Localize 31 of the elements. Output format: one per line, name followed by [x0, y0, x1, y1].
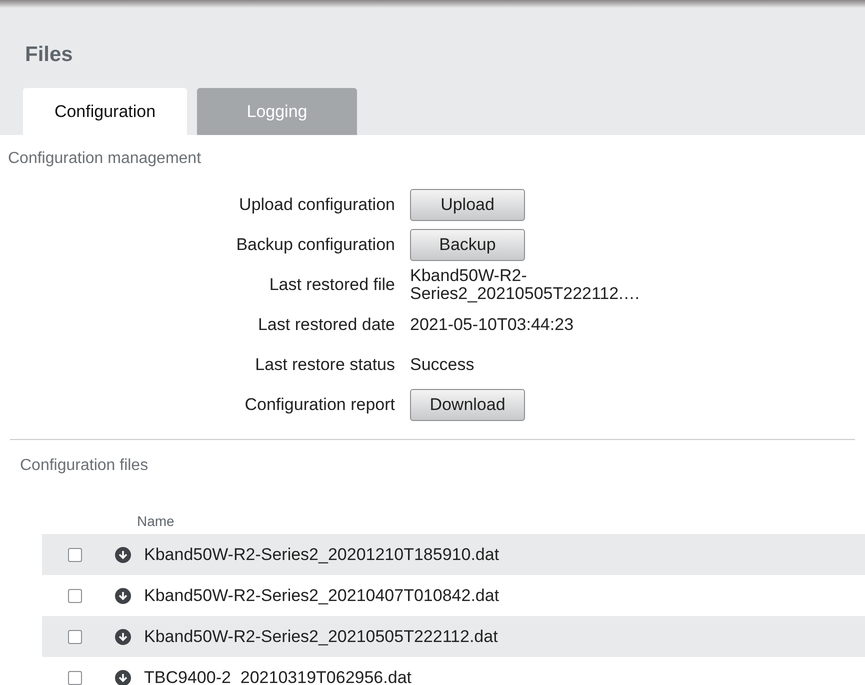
- field-label: Upload configuration: [238, 194, 395, 216]
- field-value: 2021-05-10T03:44:23: [410, 316, 574, 334]
- field-label: Configuration report: [244, 394, 395, 416]
- field-label: Backup configuration: [235, 234, 395, 256]
- file-name: Kband50W-R2-Series2_20210407T010842.dat: [144, 584, 500, 607]
- section-title: Configuration files: [20, 456, 148, 476]
- field-label: Last restored date: [256, 314, 395, 336]
- file-row[interactable]: Kband50W-R2-Series2_20210505T222112.dat: [42, 616, 865, 657]
- file-name: Kband50W-R2-Series2_20210505T222112.dat: [144, 626, 498, 648]
- download-icon[interactable]: [115, 588, 131, 604]
- field-label: Last restore status: [254, 354, 395, 376]
- action-button[interactable]: Download: [410, 389, 525, 421]
- checkbox[interactable]: [68, 548, 82, 562]
- action-button[interactable]: Upload: [410, 189, 525, 221]
- tab[interactable]: Configuration: [23, 88, 187, 135]
- checkbox[interactable]: [68, 630, 82, 644]
- file-name: TBC9400-2_20210319T062956.dat: [144, 666, 412, 685]
- column-header[interactable]: Name: [137, 511, 174, 532]
- section-title: Configuration management: [8, 149, 202, 169]
- field-label: Last restored file: [268, 274, 395, 296]
- field-value: Success: [410, 356, 474, 374]
- checkbox[interactable]: [68, 588, 82, 602]
- page-title: Files: [25, 44, 73, 65]
- download-icon[interactable]: [115, 546, 131, 562]
- download-icon[interactable]: [115, 628, 131, 644]
- download-icon[interactable]: [115, 670, 131, 685]
- checkbox[interactable]: [68, 670, 82, 684]
- file-name: Kband50W-R2-Series2_20201210T185910.dat: [144, 544, 500, 566]
- field-value: Kband50W-R2-Series2_20210505T222112.…: [410, 267, 642, 303]
- file-row[interactable]: Kband50W-R2-Series2_20201210T185910.dat: [42, 534, 865, 575]
- action-button[interactable]: Backup: [410, 229, 525, 261]
